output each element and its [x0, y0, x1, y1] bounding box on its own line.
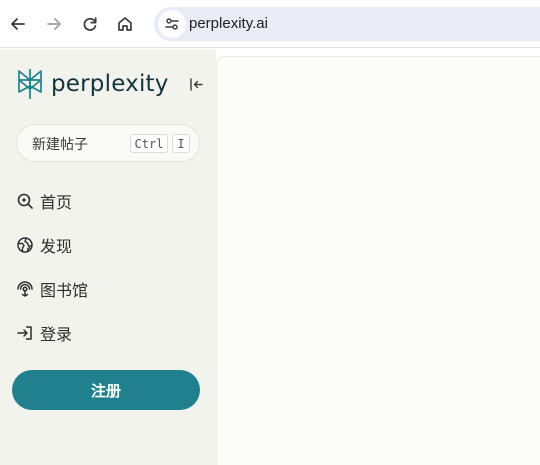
new-thread-button[interactable]: 新建帖子 Ctrl I: [16, 124, 200, 162]
sidebar-item-home[interactable]: 首页: [16, 188, 72, 214]
sidebar-item-library[interactable]: 图书馆: [16, 276, 88, 302]
sidebar-item-label: 图书馆: [40, 281, 89, 300]
collapse-sidebar-button[interactable]: [186, 74, 206, 94]
reload-button[interactable]: [76, 10, 104, 38]
brand-name: perplexity: [51, 71, 169, 97]
signup-button[interactable]: 注册: [12, 370, 200, 410]
search-icon: [17, 193, 33, 209]
library-icon: [17, 281, 33, 297]
back-button[interactable]: [4, 10, 32, 38]
arrow-right-icon: [47, 18, 61, 30]
new-thread-label: 新建帖子: [32, 137, 88, 153]
sidebar: perplexity 新建帖子 Ctrl I 首页 发现 图书馆 登录 注册: [0, 49, 216, 465]
globe-icon: [17, 237, 33, 253]
address-bar[interactable]: perplexity.ai: [154, 7, 540, 41]
shortcut-key-ctrl: Ctrl: [130, 134, 168, 153]
home-icon: [118, 17, 132, 31]
tune-icon: [165, 18, 179, 30]
sidebar-item-login[interactable]: 登录: [16, 320, 72, 346]
perplexity-logo[interactable]: perplexity: [16, 68, 169, 100]
forward-button[interactable]: [40, 10, 68, 38]
sidebar-item-label: 发现: [40, 237, 73, 256]
site-info-button[interactable]: [158, 10, 186, 38]
url-text[interactable]: perplexity.ai: [189, 15, 268, 32]
sidebar-item-discover[interactable]: 发现: [16, 232, 72, 258]
sidebar-item-label: 登录: [40, 325, 73, 344]
reload-icon: [83, 17, 97, 31]
sidebar-item-label: 首页: [40, 193, 73, 212]
main-content: [216, 56, 540, 465]
home-button[interactable]: [111, 10, 139, 38]
browser-toolbar: perplexity.ai: [0, 0, 540, 48]
sign-in-icon: [17, 326, 32, 340]
shortcut-key-i: I: [172, 134, 190, 153]
collapse-icon: [189, 77, 203, 91]
perplexity-logo-icon: [18, 69, 42, 99]
arrow-left-icon: [11, 18, 25, 30]
